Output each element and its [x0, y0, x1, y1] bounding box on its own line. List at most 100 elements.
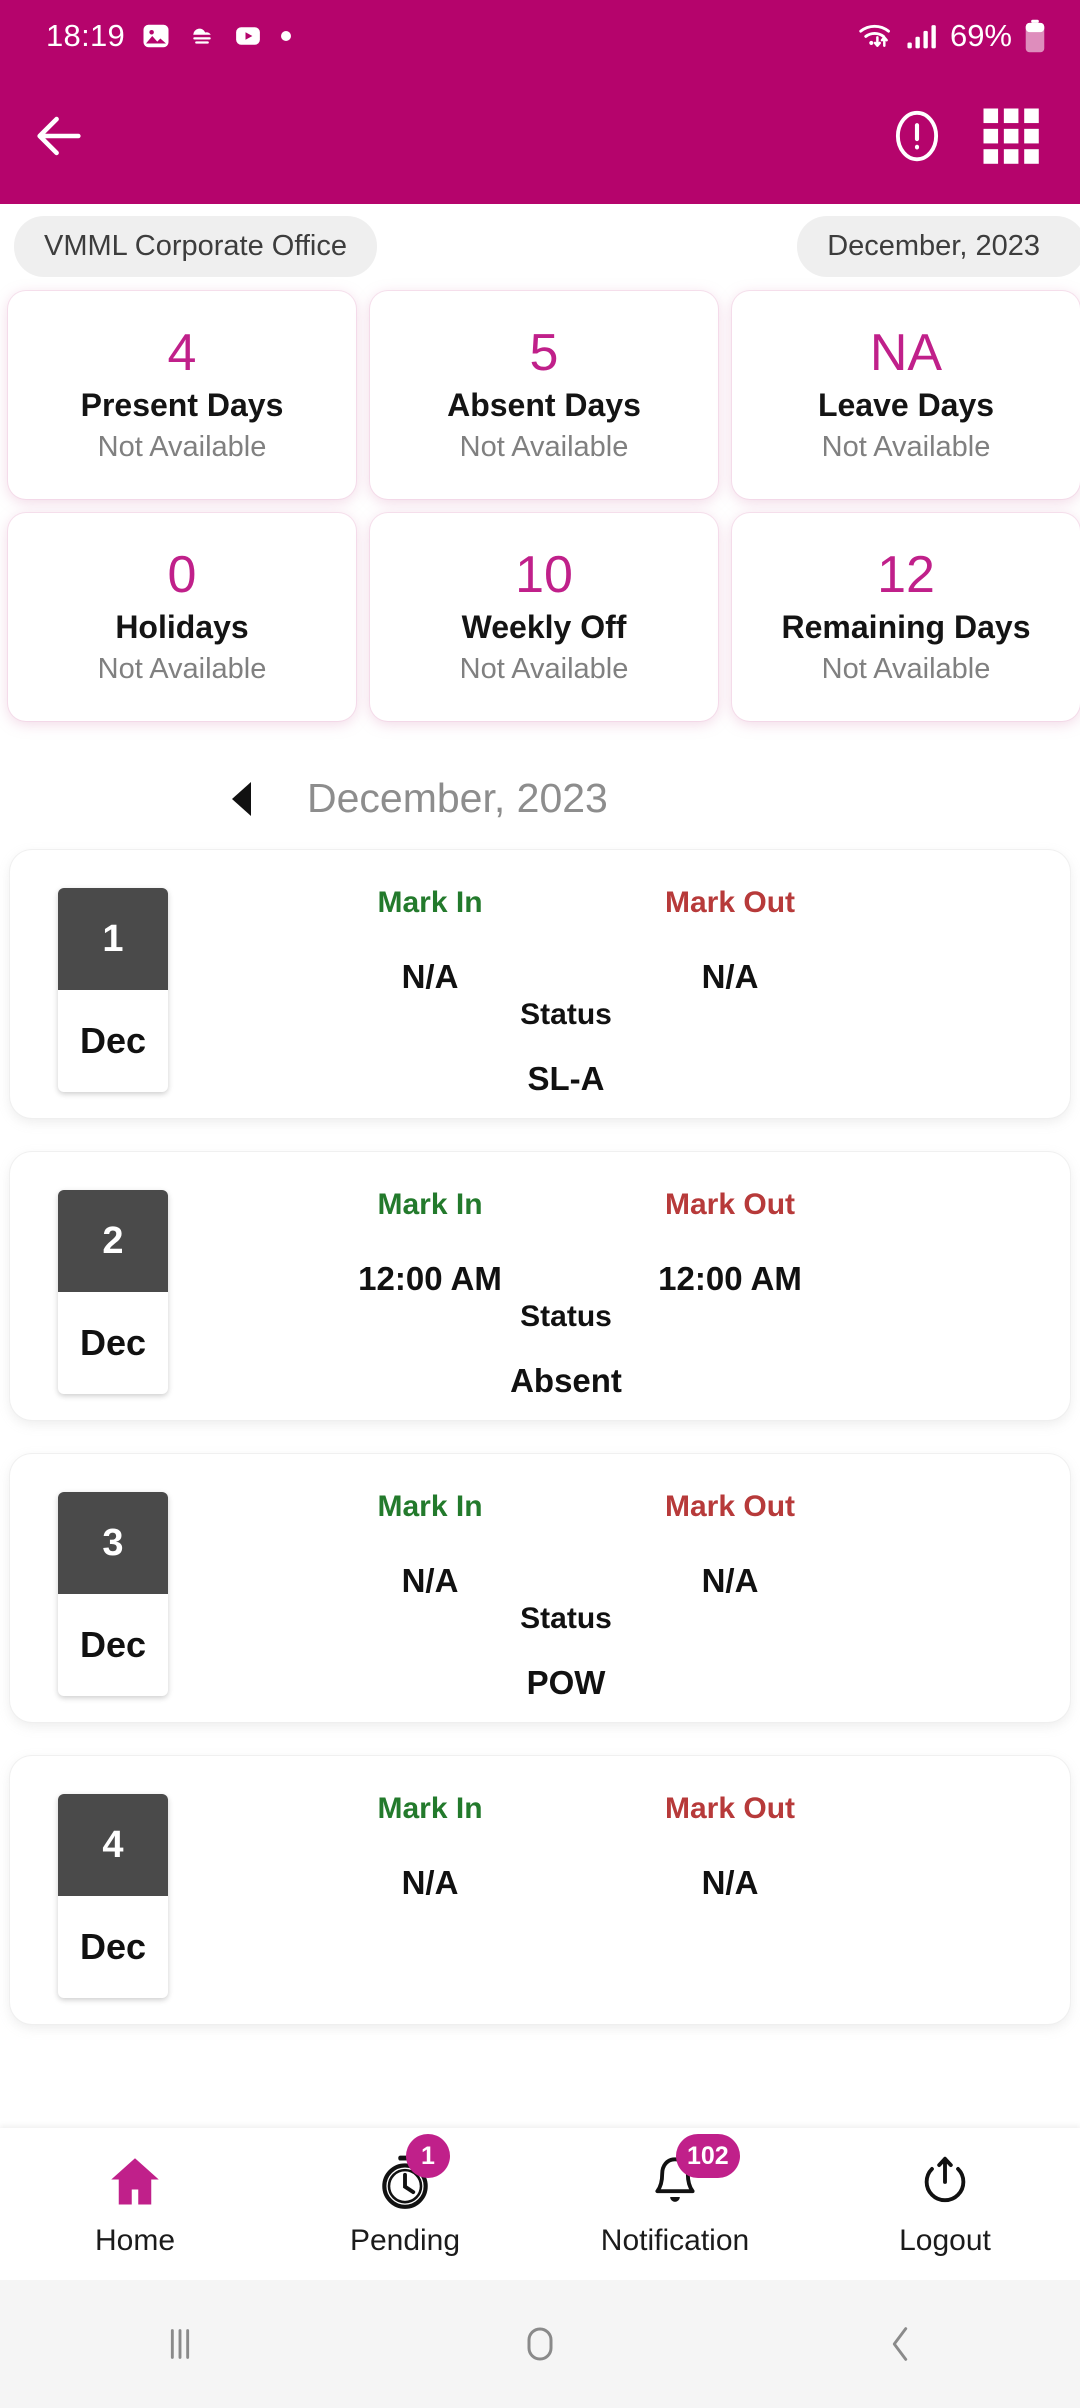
back-button[interactable] — [30, 107, 88, 170]
pending-badge: 1 — [406, 2134, 450, 2178]
mark-in-header: Mark In — [377, 1792, 483, 1825]
system-home-button[interactable] — [480, 2304, 600, 2384]
date-day: 2 — [58, 1190, 168, 1292]
app-bar — [0, 72, 1080, 204]
dot-icon — [279, 29, 293, 43]
stopwatch-icon-wrap: 1 — [368, 2134, 450, 2214]
summary-card-remaining-days[interactable]: 12 Remaining Days Not Available — [732, 513, 1080, 721]
month-title: December, 2023 — [307, 775, 608, 821]
mark-in-column: Mark In N/A — [310, 1792, 550, 1902]
status-column: Status SL-A — [10, 998, 1070, 1098]
recents-button[interactable] — [120, 2304, 240, 2384]
summary-label: Absent Days — [447, 387, 641, 424]
signal-bars-icon — [906, 21, 938, 51]
battery-icon — [1024, 19, 1046, 53]
date-month: Dec — [79, 1926, 147, 1967]
power-icon — [924, 2156, 966, 2203]
back-chevron-icon — [892, 2327, 908, 2361]
attendance-row[interactable]: 3 Dec Mark In N/A Mark Out N/A Status PO… — [10, 1454, 1070, 1722]
office-chip[interactable]: VMML Corporate Office — [14, 216, 377, 277]
mark-out-value: 12:00 AM — [658, 1260, 802, 1297]
mark-in-header: Mark In — [377, 1490, 483, 1523]
date-day: 1 — [58, 888, 168, 990]
mark-out-column: Mark Out N/A — [610, 1490, 850, 1600]
summary-label: Holidays — [115, 609, 249, 646]
home-icon — [111, 2158, 159, 2205]
summary-value: NA — [869, 323, 943, 382]
app-bar-actions — [886, 103, 1044, 174]
mark-in-header: Mark In — [377, 886, 483, 919]
mark-out-column: Mark Out N/A — [610, 886, 850, 996]
nav-label: Home — [94, 2224, 176, 2257]
attendance-list: 1 Dec Mark In N/A Mark Out N/A Status SL… — [0, 850, 1080, 2024]
info-button[interactable] — [886, 105, 948, 172]
nav-label: Pending — [349, 2224, 461, 2257]
nav-item-notification[interactable]: 102 Notification — [540, 2134, 810, 2258]
filter-chips-row: VMML Corporate Office December, 2023 — [0, 204, 1080, 287]
mark-in-column: Mark In N/A — [310, 1490, 550, 1600]
nav-item-home[interactable]: Home — [0, 2150, 270, 2258]
info-circle-icon — [895, 110, 939, 161]
notification-badge: 102 — [676, 2134, 740, 2178]
mark-in-header: Mark In — [377, 1188, 483, 1221]
youtube-icon — [233, 21, 263, 51]
summary-card-holidays[interactable]: 0 Holidays Not Available — [8, 513, 356, 721]
status-column: Status POW — [10, 1602, 1070, 1702]
mark-out-column: Mark Out 12:00 AM — [610, 1188, 850, 1298]
summary-card-weekly-off[interactable]: 10 Weekly Off Not Available — [370, 513, 718, 721]
mark-out-header: Mark Out — [664, 1188, 796, 1221]
prev-arrow-icon[interactable] — [232, 781, 251, 816]
mark-out-column: Mark Out N/A — [610, 1792, 850, 1902]
mark-in-column: Mark In 12:00 AM — [310, 1188, 550, 1298]
mark-out-value: N/A — [701, 1562, 759, 1599]
system-back-button[interactable] — [840, 2304, 960, 2384]
summary-sub: Not Available — [459, 431, 629, 464]
month-navigator: December, 2023 — [0, 733, 1080, 850]
date-badge: 4 Dec — [58, 1794, 168, 1998]
summary-sub: Not Available — [97, 653, 267, 686]
image-icon — [141, 21, 171, 51]
summary-label: Remaining Days — [781, 609, 1031, 646]
attendance-row[interactable]: 4 Dec Mark In N/A Mark Out N/A — [10, 1756, 1070, 2024]
status-column: Status Absent — [10, 1300, 1070, 1400]
wifi-icon — [858, 20, 894, 52]
back-arrow-icon — [37, 116, 81, 155]
mark-out-value: N/A — [701, 1864, 759, 1901]
status-header: Status — [520, 1300, 612, 1333]
status-time: 18:19 — [46, 18, 126, 53]
recents-icon — [170, 2329, 190, 2359]
nav-item-pending[interactable]: 1 Pending — [270, 2134, 540, 2258]
mark-in-value: N/A — [401, 958, 459, 995]
summary-card-leave-days[interactable]: NA Leave Days Not Available — [732, 291, 1080, 499]
attendance-row[interactable]: 1 Dec Mark In N/A Mark Out N/A Status SL… — [10, 850, 1070, 1118]
mark-out-header: Mark Out — [664, 886, 796, 919]
power-icon-wrap — [908, 2150, 982, 2214]
mark-out-header: Mark Out — [664, 1490, 796, 1523]
mark-in-value: 12:00 AM — [358, 1260, 502, 1297]
summary-card-present-days[interactable]: 4 Present Days Not Available — [8, 291, 356, 499]
summary-label: Leave Days — [817, 387, 995, 424]
summary-value: 12 — [877, 545, 935, 604]
nav-item-logout[interactable]: Logout — [810, 2150, 1080, 2258]
status-bar: 18:19 69% — [0, 0, 1080, 72]
attendance-row[interactable]: 2 Dec Mark In 12:00 AM Mark Out 12:00 AM… — [10, 1152, 1070, 1420]
mark-out-header: Mark Out — [664, 1792, 796, 1825]
summary-sub: Not Available — [821, 431, 991, 464]
period-chip[interactable]: December, 2023 — [797, 216, 1080, 277]
apps-grid-icon — [983, 108, 1039, 164]
summary-sub: Not Available — [821, 653, 991, 686]
home-square-icon — [527, 2327, 553, 2361]
status-badge: Absent — [510, 1362, 622, 1399]
bottom-navigation-bar: Home 1 Pending 102 Notification Logout — [0, 2128, 1080, 2280]
weather-cloud-icon — [187, 21, 217, 51]
mark-in-value: N/A — [401, 1864, 459, 1901]
status-badge: SL-A — [527, 1060, 605, 1097]
date-day: 3 — [58, 1492, 168, 1594]
android-system-nav — [0, 2280, 1080, 2408]
summary-card-absent-days[interactable]: 5 Absent Days Not Available — [370, 291, 718, 499]
summary-sub: Not Available — [97, 431, 267, 464]
summary-value: 5 — [529, 323, 559, 382]
status-bar-left: 18:19 — [46, 18, 293, 54]
status-header: Status — [520, 1602, 612, 1635]
apps-button[interactable] — [978, 103, 1044, 174]
